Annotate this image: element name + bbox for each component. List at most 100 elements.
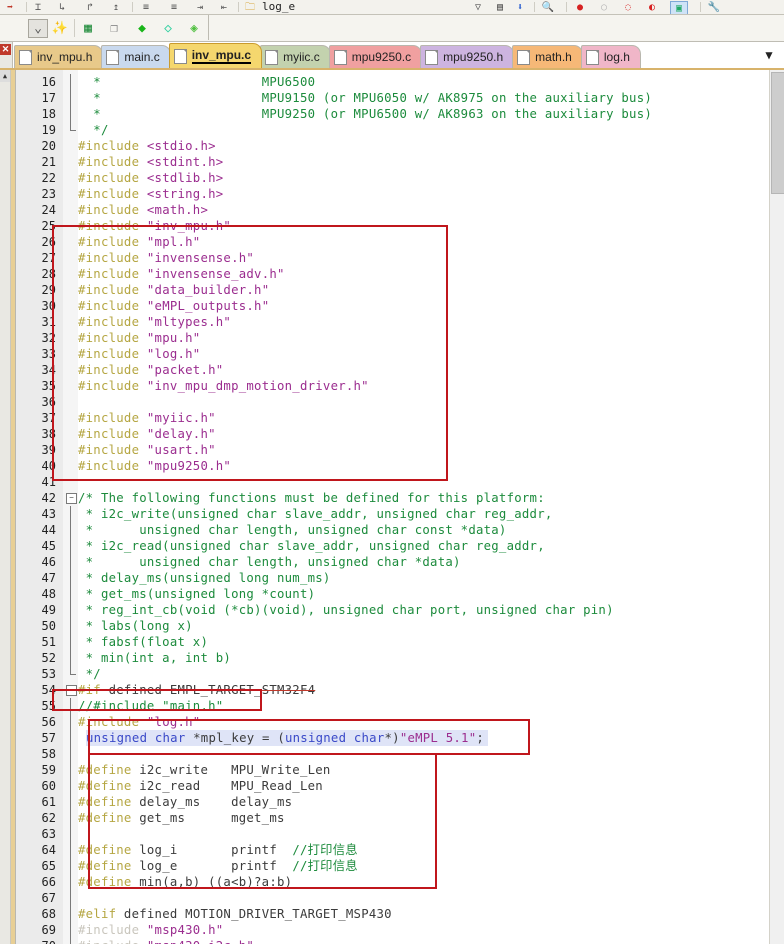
code-line[interactable]: #include "log.h" [78,346,200,362]
line-number: 52 [41,651,56,665]
wrench-icon[interactable]: 🔧 [706,1,722,14]
code-line[interactable]: #include <stdio.h> [78,138,216,154]
breakpoint-clear-icon[interactable]: ◐ [644,1,660,14]
vertical-scrollbar[interactable] [769,70,784,944]
code-line[interactable]: #include "msp430.h" [78,922,223,938]
toolbar-row-secondary[interactable]: ⌄ ✨ ▦ ❐ ◆ ◇ ◈ [0,15,784,42]
code-line[interactable]: #define log_i printf //打印信息 [78,842,358,858]
indent-dec-icon[interactable]: ⇤ [216,1,232,14]
magnifier-icon[interactable]: 🔍 [540,1,556,14]
code-line[interactable]: #define delay_ms delay_ms [78,794,292,810]
line-number: 35 [41,379,56,393]
code-line[interactable]: * delay_ms(unsigned long num_ms) [78,570,331,586]
code-line[interactable]: #include "eMPL_outputs.h" [78,298,269,314]
scrollbar-thumb[interactable] [771,72,784,194]
code-line[interactable]: #include <math.h> [78,202,208,218]
code-line[interactable]: * labs(long x) [78,618,193,634]
code-line[interactable]: #include "data_builder.h" [78,282,269,298]
forward-arrow-icon[interactable]: ➡ [2,1,18,14]
tab-inv-mpu-h[interactable]: inv_mpu.h [14,45,104,68]
screen-icon[interactable]: ▤ [492,1,508,14]
code-line[interactable]: #include "mltypes.h" [78,314,231,330]
fold-collapse-icon[interactable]: − [66,685,77,696]
code-line[interactable]: #include <string.h> [78,186,223,202]
align-left-icon[interactable]: ≡ [138,1,154,14]
code-line[interactable]: #include "msp430_i2c.h" [78,938,254,944]
code-line[interactable]: * unsigned char length, unsigned char co… [78,522,507,538]
tab-mpu9250-h[interactable]: mpu9250.h [420,45,515,68]
code-line[interactable]: * MPU9150 (or MPU6050 w/ AK8975 on the a… [78,90,652,106]
code-text-area[interactable]: * MPU6500 * MPU9150 (or MPU6050 w/ AK897… [78,70,770,944]
step-out-icon[interactable]: ↥ [108,1,124,14]
code-token: * labs(long x) [78,619,193,633]
tab-list[interactable]: inv_mpu.h main.c inv_mpu.c myiic.c mpu9250.c… [14,42,641,68]
folder-open-icon[interactable]: 🗀 [242,1,258,14]
code-line[interactable]: /* The following functions must be defin… [78,490,545,506]
code-line[interactable]: * unsigned char length, unsigned char *d… [78,554,461,570]
scroll-up-arrow-icon[interactable]: ▲ [0,70,10,82]
editor-tab-bar[interactable]: ✕ inv_mpu.h main.c inv_mpu.c myiic.c mpu9250… [0,42,784,70]
code-line[interactable]: * i2c_write(unsigned char slave_addr, un… [78,506,553,522]
code-token: * unsigned char length, unsigned char co… [78,523,507,537]
step-over-icon[interactable]: ↱ [82,1,98,14]
code-line[interactable]: #include <stdlib.h> [78,170,223,186]
tab-log-h[interactable]: log.h [580,45,641,68]
code-line[interactable]: * MPU6500 [78,74,315,90]
watch-window-icon[interactable]: ▣ [670,1,688,14]
tab-mpu9250-c[interactable]: mpu9250.c [328,45,423,68]
breakpoint-outline-icon[interactable]: ◌ [620,1,636,14]
code-line[interactable]: * reg_int_cb(void (*cb)(void), unsigned … [78,602,614,618]
dropdown-check-icon[interactable]: ▽ [470,1,486,14]
breakpoint-red-icon[interactable]: ● [572,1,588,14]
step-into-icon[interactable]: ↳ [54,1,70,14]
code-line[interactable]: #define get_ms mget_ms [78,810,285,826]
fold-collapse-icon[interactable]: − [66,493,77,504]
chevron-down-icon[interactable]: ▼ [760,46,778,64]
code-line[interactable]: #include "usart.h" [78,442,216,458]
close-icon[interactable]: ✕ [0,44,11,55]
code-line[interactable]: #include "log.h" [78,714,200,730]
code-editor[interactable]: ▲ 16 17 18 19 20 21 22 23 24 25 26 27 28 29 30 31 32 33 34… [0,70,784,944]
align-right-icon[interactable]: ≡ [166,1,182,14]
code-line[interactable]: */ [78,122,109,138]
code-line[interactable]: #include "inv_mpu_dmp_motion_driver.h" [78,378,369,394]
code-line[interactable]: * get_ms(unsigned long *count) [78,586,315,602]
code-line[interactable]: #include <stdint.h> [78,154,223,170]
code-line[interactable]: #define log_e printf //打印信息 [78,858,358,874]
tab-inv-mpu-c[interactable]: inv_mpu.c [168,43,263,68]
code-line[interactable]: #include "mpu.h" [78,330,200,346]
code-line[interactable]: #include "inv_mpu.h" [78,218,231,234]
code-token: "eMPL_outputs.h" [146,299,270,313]
code-line[interactable]: #include "delay.h" [78,426,216,442]
fold-guide-line [70,906,71,922]
toolbar-row-primary[interactable]: ➡ ⌶ ↳ ↱ ↥ ≡ ≡ ⇥ ⇤ 🗀 log_e ▽ ▤ ⬇ 🔍 ● ○ ◌ … [0,0,784,15]
code-line[interactable]: //#include "main.h" [78,698,223,714]
indent-inc-icon[interactable]: ⇥ [192,1,208,14]
code-line[interactable]: */ [78,666,101,682]
tab-myiic-c[interactable]: myiic.c [260,45,331,68]
code-line[interactable]: #include "mpu9250.h" [78,458,231,474]
blue-down-arrow-icon[interactable]: ⬇ [512,1,528,14]
code-token: #include [78,411,140,425]
code-line[interactable]: #define i2c_write MPU_Write_Len [78,762,331,778]
code-line[interactable]: #define min(a,b) ((a<b)?a:b) [78,874,292,890]
breakpoint-disabled-icon[interactable]: ○ [596,1,612,14]
code-line[interactable]: #include "mpl.h" [78,234,200,250]
code-line[interactable]: #include "packet.h" [78,362,223,378]
code-line[interactable]: * MPU9250 (or MPU6500 w/ AK8963 on the a… [78,106,652,122]
code-line[interactable]: #include "myiic.h" [78,410,216,426]
code-line[interactable]: * i2c_read(unsigned char slave_addr, uns… [78,538,545,554]
code-line[interactable]: * min(int a, int b) [78,650,231,666]
tab-math-h[interactable]: math.h [512,45,583,68]
code-line[interactable]: unsigned char *mpl_key = (unsigned char*… [86,730,489,746]
tab-main-c[interactable]: main.c [101,45,171,68]
code-line[interactable]: #include "invensense_adv.h" [78,266,285,282]
toolbar-separator [566,2,567,12]
code-line[interactable]: #include "invensense.h" [78,250,254,266]
code-line[interactable]: #elif defined MOTION_DRIVER_TARGET_MSP43… [78,906,392,922]
code-folding-column[interactable]: − − [63,70,78,944]
code-line[interactable]: * fabsf(float x) [78,634,208,650]
code-line[interactable]: #if defined EMPL_TARGET_STM32F4 [78,682,315,698]
indent-icon[interactable]: ⌶ [30,1,46,14]
code-line[interactable]: #define i2c_read MPU_Read_Len [78,778,323,794]
